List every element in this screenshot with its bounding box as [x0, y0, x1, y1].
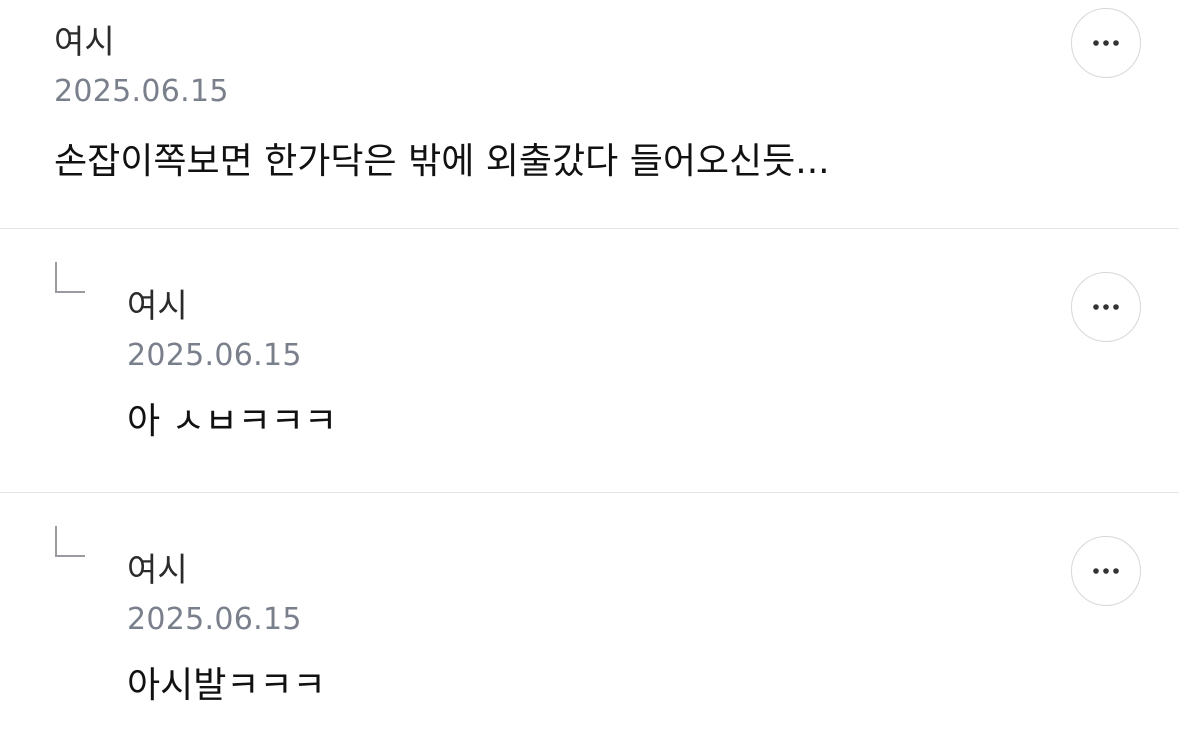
more-options-button[interactable] — [1071, 536, 1141, 606]
comment-item: 여시 2025.06.15 손잡이쪽보면 한가닥은 밖에 외출갔다 들어오신듯.… — [0, 0, 1179, 228]
reply-item: 여시 2025.06.15 아시발ㅋㅋㅋ — [0, 493, 1179, 751]
reply-arrow-icon — [55, 262, 85, 293]
more-options-button[interactable] — [1071, 272, 1141, 342]
comment-text: 아 ㅅㅂㅋㅋㅋ — [127, 401, 338, 442]
reply-arrow-icon — [55, 526, 85, 557]
more-horizontal-icon — [1093, 304, 1119, 310]
more-options-button[interactable] — [1071, 8, 1141, 78]
comment-author[interactable]: 여시 — [127, 550, 188, 590]
comment-date: 2025.06.15 — [127, 338, 302, 373]
comment-text: 아시발ㅋㅋㅋ — [127, 665, 326, 706]
more-horizontal-icon — [1093, 568, 1119, 574]
more-horizontal-icon — [1093, 40, 1119, 46]
comment-date: 2025.06.15 — [54, 74, 229, 109]
reply-item: 여시 2025.06.15 아 ㅅㅂㅋㅋㅋ — [0, 229, 1179, 492]
comment-author[interactable]: 여시 — [127, 286, 188, 326]
comment-text: 손잡이쪽보면 한가닥은 밖에 외출갔다 들어오신듯... — [54, 141, 830, 182]
comment-author[interactable]: 여시 — [54, 22, 115, 62]
comment-date: 2025.06.15 — [127, 602, 302, 637]
